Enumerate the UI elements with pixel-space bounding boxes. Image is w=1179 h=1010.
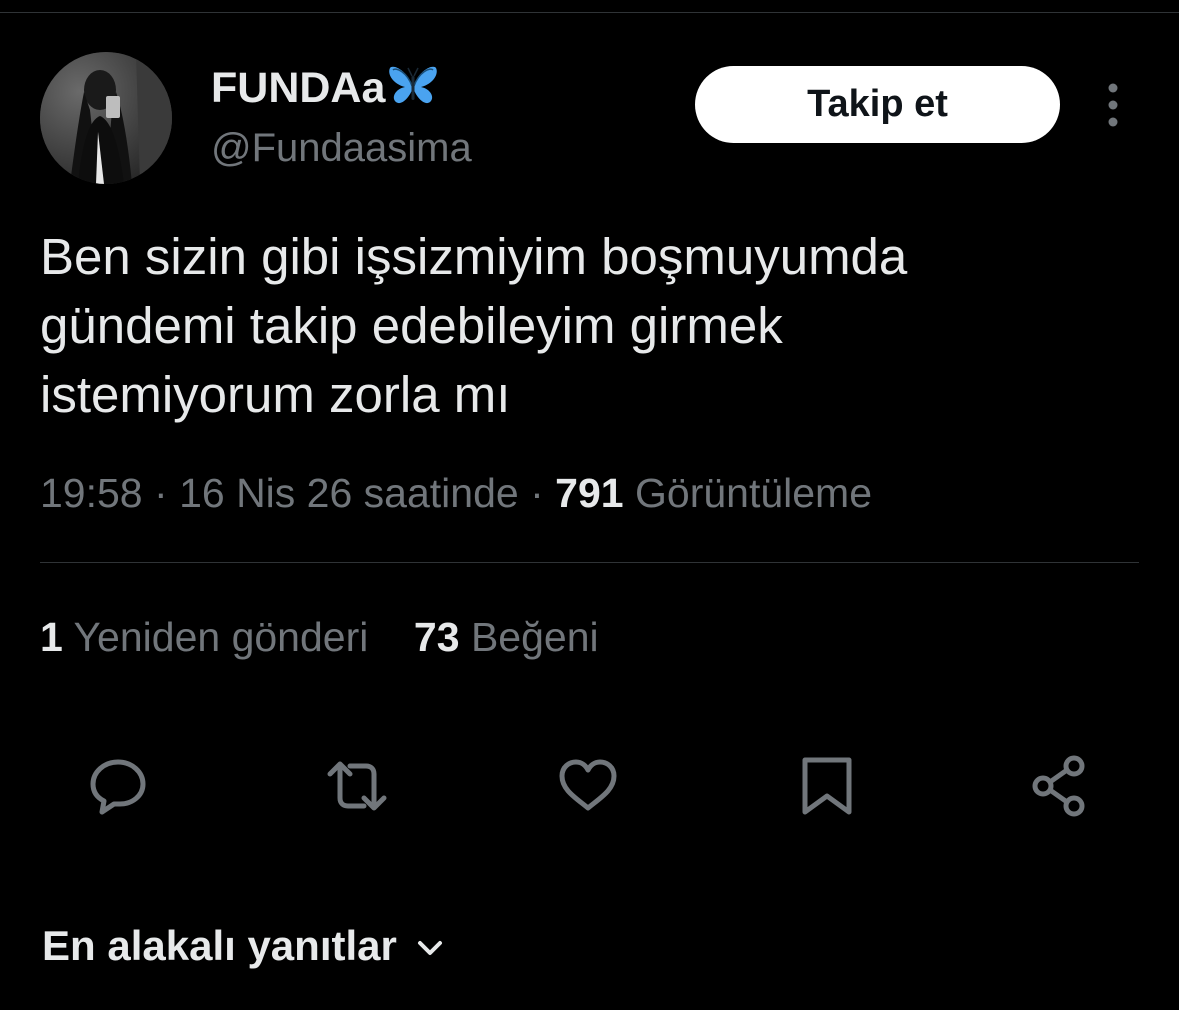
tweet-meta: 19:58 · 16 Nis 26 saatinde · 791 Görüntü…: [40, 470, 872, 517]
likes-label: Beğeni: [470, 614, 599, 660]
butterfly-icon: [387, 64, 439, 119]
avatar[interactable]: [40, 52, 172, 184]
bookmark-icon: [802, 757, 852, 815]
author-display-name[interactable]: FUNDAa: [211, 64, 439, 119]
tweet-text-line: gündemi takip edebileyim girmek: [40, 297, 783, 354]
avatar-photo: [40, 52, 172, 184]
reply-button[interactable]: [86, 754, 150, 818]
tweet-text-line: istemiyorum zorla mı: [40, 366, 511, 423]
repost-button[interactable]: [322, 754, 387, 818]
reposts-stat[interactable]: 1 Yeniden gönderi: [40, 614, 368, 660]
tweet-date[interactable]: 16 Nis 26 saatinde: [179, 470, 519, 516]
share-icon: [1032, 755, 1085, 817]
display-name-text: FUNDAa: [211, 64, 386, 112]
repost-icon: [327, 761, 387, 811]
author-handle[interactable]: @Fundaasima: [211, 126, 472, 171]
views-label: Görüntüleme: [635, 470, 873, 516]
share-button[interactable]: [1028, 754, 1092, 818]
meta-separator: ·: [530, 470, 544, 516]
tweet-text: Ben sizin gibi işsizmiyim boşmuyumda gün…: [40, 222, 1140, 429]
reply-icon: [90, 759, 146, 815]
tweet-time[interactable]: 19:58: [40, 470, 143, 516]
meta-separator: ·: [154, 470, 168, 516]
more-options-icon[interactable]: [1098, 82, 1128, 128]
tweet-text-line: Ben sizin gibi işsizmiyim boşmuyumda: [40, 228, 908, 285]
top-divider: [0, 12, 1179, 13]
views-count: 791: [555, 470, 624, 516]
follow-button[interactable]: Takip et: [695, 66, 1060, 143]
replies-sort-dropdown[interactable]: En alakalı yanıtlar: [42, 918, 443, 970]
bookmark-button[interactable]: [795, 754, 859, 818]
likes-count: 73: [413, 614, 460, 660]
replies-sort-label: En alakalı yanıtlar: [42, 922, 397, 969]
like-button[interactable]: [556, 754, 620, 818]
like-icon: [559, 759, 617, 811]
chevron-down-icon: [417, 918, 443, 966]
reposts-label: Yeniden gönderi: [73, 614, 369, 660]
reposts-count: 1: [40, 614, 63, 660]
divider: [40, 562, 1139, 563]
tweet-stats: 1 Yeniden gönderi 73 Beğeni: [40, 614, 599, 661]
likes-stat[interactable]: 73 Beğeni: [414, 614, 599, 660]
